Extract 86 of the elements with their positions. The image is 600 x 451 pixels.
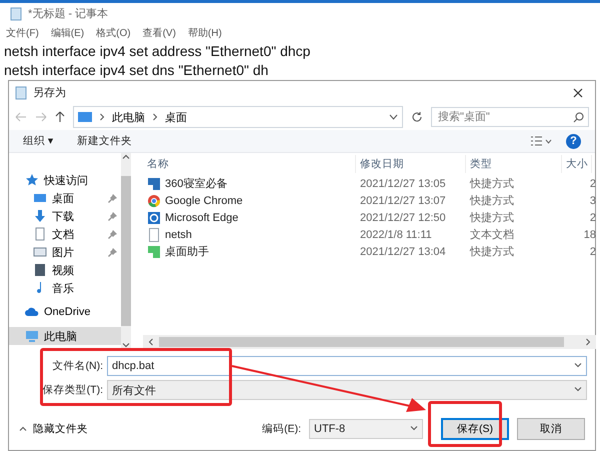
breadcrumb[interactable]: 桌面	[165, 110, 187, 124]
refresh-icon[interactable]	[411, 111, 423, 123]
notepad-icon	[15, 86, 27, 100]
menu-item[interactable]: 编辑(E)	[50, 26, 84, 40]
search-field[interactable]: 搜索"桌面"	[431, 107, 589, 127]
column-header[interactable]: 大小	[562, 155, 592, 173]
hide-folders-button[interactable]: 隐藏文件夹	[19, 422, 88, 436]
pin-icon	[108, 230, 117, 239]
video-icon	[33, 263, 47, 277]
chevron-down-icon[interactable]	[574, 385, 582, 393]
nav-item[interactable]: 音乐	[9, 279, 121, 297]
chevron-left-icon[interactable]	[147, 338, 155, 346]
field-label: 文件名(N):	[52, 359, 104, 373]
dialog-title: 另存为	[33, 86, 67, 100]
nav-item[interactable]: 此电脑	[9, 327, 121, 345]
up-arrow-icon[interactable]	[55, 111, 65, 123]
notepad-icon	[10, 6, 22, 20]
nav-item[interactable]: OneDrive	[9, 303, 121, 321]
column-header[interactable]: 类型	[466, 155, 562, 173]
window-title: *无标题 - 记事本	[28, 7, 108, 21]
chevron-up-icon[interactable]	[19, 424, 27, 432]
star-icon	[25, 173, 39, 187]
address-bar[interactable]: 此电脑 桌面	[73, 106, 403, 128]
menu-item[interactable]: 查看(V)	[142, 26, 176, 40]
cloud-icon	[25, 305, 39, 319]
desktop-icon	[78, 112, 92, 122]
nav-item[interactable]: 快速访问	[9, 171, 121, 189]
toolbar-button[interactable]: 组织 ▾	[23, 134, 54, 148]
field-label: 保存类型(T):	[42, 383, 104, 397]
nav-item[interactable]: 图片	[9, 243, 121, 261]
file-date: 2021/12/27 12:50	[360, 212, 447, 224]
doc-icon	[33, 227, 47, 241]
nav-item[interactable]: 桌面	[9, 189, 121, 207]
chevron-down-icon[interactable]	[122, 341, 130, 349]
chevron-down-icon[interactable]	[574, 361, 582, 369]
file-date: 2021/12/27 13:05	[360, 178, 447, 190]
picture-icon	[33, 245, 47, 259]
file-name[interactable]: netsh	[165, 228, 192, 240]
nav-item[interactable]: 文档	[9, 225, 121, 243]
file-date: 2021/12/27 13:07	[360, 194, 447, 206]
menu-item[interactable]: 格式(O)	[96, 26, 131, 40]
desktop-icon	[33, 191, 47, 205]
view-options-icon[interactable]	[530, 136, 552, 146]
file-type: 快捷方式	[470, 176, 515, 191]
pin-icon	[108, 248, 117, 257]
file-name[interactable]: 360寝室必备	[165, 176, 228, 191]
chevron-right-icon[interactable]	[98, 113, 106, 121]
menu-item[interactable]: 帮助(H)	[188, 26, 222, 40]
filetype-dropdown[interactable]: 所有文件	[107, 380, 587, 400]
encoding-dropdown[interactable]: UTF-8	[309, 418, 423, 438]
file-name[interactable]: Microsoft Edge	[165, 212, 238, 224]
file-type: 快捷方式	[470, 210, 515, 225]
download-icon	[33, 209, 47, 223]
chevron-down-icon[interactable]	[389, 114, 398, 120]
scrollbar[interactable]	[121, 153, 131, 349]
pc-icon	[25, 329, 39, 343]
pin-icon	[108, 212, 117, 221]
file-date: 2022/1/8 11:11	[360, 228, 433, 240]
help-icon[interactable]: ?	[566, 134, 581, 148]
column-header[interactable]: 修改日期	[356, 155, 466, 173]
chevron-right-icon[interactable]	[584, 338, 592, 346]
filename-field[interactable]: dhcp.bat	[107, 356, 587, 376]
file-name[interactable]: Google Chrome	[165, 194, 243, 206]
text-line: netsh interface ipv4 set dns "Ethernet0" dh	[3, 61, 270, 80]
file-type: 文本文档	[470, 228, 515, 242]
file-name[interactable]: 桌面助手	[165, 244, 209, 259]
close-icon[interactable]	[573, 88, 583, 98]
column-header[interactable]: 名称	[143, 155, 356, 173]
text-line: netsh interface ipv4 set address "Ethernet0" dhcp	[3, 42, 312, 61]
chevron-up-icon[interactable]	[122, 153, 130, 161]
save-button[interactable]: 保存(S)	[441, 418, 509, 440]
search-icon	[573, 112, 584, 122]
chevron-down-icon[interactable]	[410, 424, 418, 432]
file-date: 2021/12/27 13:04	[360, 246, 447, 258]
cancel-button[interactable]: 取消	[517, 418, 585, 440]
chevron-right-icon[interactable]	[151, 113, 159, 121]
nav-item[interactable]: 视频	[9, 261, 121, 279]
nav-item[interactable]: 下载	[9, 207, 121, 225]
file-type: 快捷方式	[470, 244, 515, 259]
file-type: 快捷方式	[470, 194, 515, 208]
breadcrumb[interactable]: 此电脑	[112, 110, 145, 124]
pin-icon	[108, 194, 117, 203]
encoding-label: 编码(E):	[262, 422, 301, 436]
toolbar-button[interactable]: 新建文件夹	[77, 134, 132, 148]
menu-item[interactable]: 文件(F)	[6, 26, 39, 40]
horizontal-scrollbar[interactable]	[143, 335, 596, 349]
